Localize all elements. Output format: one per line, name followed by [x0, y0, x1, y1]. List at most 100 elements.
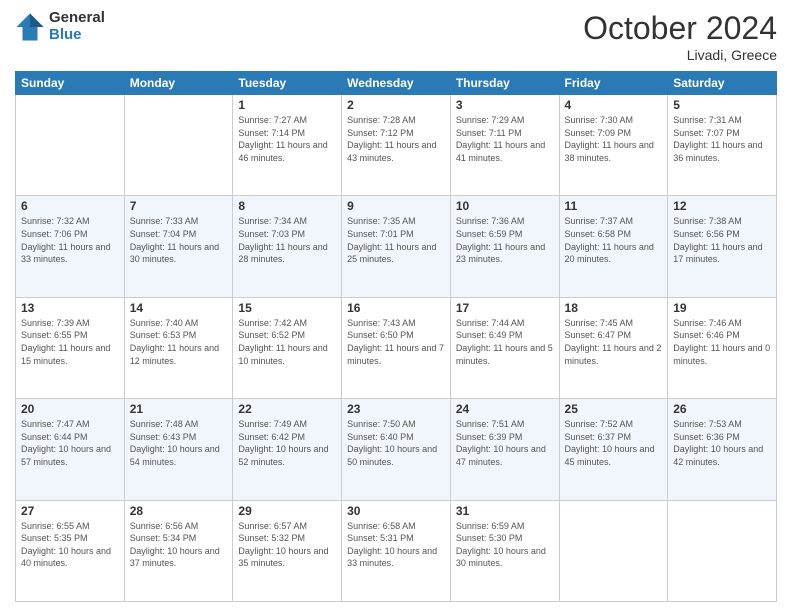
day-number: 29 [238, 504, 336, 518]
calendar-cell: 1Sunrise: 7:27 AM Sunset: 7:14 PM Daylig… [233, 95, 342, 196]
day-info: Sunrise: 7:39 AM Sunset: 6:55 PM Dayligh… [21, 317, 119, 367]
day-number: 19 [673, 301, 771, 315]
calendar-cell: 12Sunrise: 7:38 AM Sunset: 6:56 PM Dayli… [668, 196, 777, 297]
day-number: 15 [238, 301, 336, 315]
day-info: Sunrise: 7:42 AM Sunset: 6:52 PM Dayligh… [238, 317, 336, 367]
day-info: Sunrise: 6:59 AM Sunset: 5:30 PM Dayligh… [456, 520, 554, 570]
calendar-cell: 24Sunrise: 7:51 AM Sunset: 6:39 PM Dayli… [450, 399, 559, 500]
weekday-header-row: SundayMondayTuesdayWednesdayThursdayFrid… [16, 72, 777, 95]
day-info: Sunrise: 7:29 AM Sunset: 7:11 PM Dayligh… [456, 114, 554, 164]
calendar-cell: 21Sunrise: 7:48 AM Sunset: 6:43 PM Dayli… [124, 399, 233, 500]
calendar-cell [668, 500, 777, 601]
day-number: 20 [21, 402, 119, 416]
calendar-cell: 4 Sunrise: 7:30 AM Sunset: 7:09 PM Daylig… [559, 95, 668, 196]
day-info: Sunrise: 7:45 AM Sunset: 6:47 PM Dayligh… [565, 317, 663, 367]
day-info: Sunrise: 7:51 AM Sunset: 6:39 PM Dayligh… [456, 418, 554, 468]
day-info: Sunrise: 7:30 AM Sunset: 7:09 PM Dayligh… [565, 114, 663, 164]
weekday-header-monday: Monday [124, 72, 233, 95]
day-number: 6 [21, 199, 119, 213]
logo-icon [15, 12, 45, 42]
day-number: 26 [673, 402, 771, 416]
day-number: 22 [238, 402, 336, 416]
calendar-cell: 16 Sunrise: 7:43 AM Sunset: 6:50 PM Dayli… [342, 297, 451, 398]
day-number: 10 [456, 199, 554, 213]
day-number: 31 [456, 504, 554, 518]
month-title: October 2024 [583, 10, 777, 47]
day-number: 4 [565, 98, 663, 112]
day-info: Sunrise: 7:27 AM Sunset: 7:14 PM Dayligh… [238, 114, 336, 164]
day-number: 17 [456, 301, 554, 315]
day-number: 3 [456, 98, 554, 112]
calendar-week-4: 20 Sunrise: 7:47 AM Sunset: 6:44 PM Dayli… [16, 399, 777, 500]
weekday-header-friday: Friday [559, 72, 668, 95]
calendar-cell: 15 Sunrise: 7:42 AM Sunset: 6:52 PM Dayli… [233, 297, 342, 398]
weekday-header-thursday: Thursday [450, 72, 559, 95]
calendar-cell: 8Sunrise: 7:34 AM Sunset: 7:03 PM Daylig… [233, 196, 342, 297]
logo-general-label: General [49, 10, 105, 27]
day-info: Sunrise: 7:46 AM Sunset: 6:46 PM Dayligh… [673, 317, 771, 367]
day-info: Sunrise: 7:28 AM Sunset: 7:12 PM Dayligh… [347, 114, 445, 164]
calendar-cell [16, 95, 125, 196]
day-info: Sunrise: 6:56 AM Sunset: 5:34 PM Dayligh… [130, 520, 228, 570]
day-number: 16 [347, 301, 445, 315]
calendar-cell: 25 Sunrise: 7:52 AM Sunset: 6:37 PM Dayli… [559, 399, 668, 500]
calendar-week-5: 27 Sunrise: 6:55 AM Sunset: 5:35 PM Dayli… [16, 500, 777, 601]
calendar-cell: 20 Sunrise: 7:47 AM Sunset: 6:44 PM Dayli… [16, 399, 125, 500]
day-number: 11 [565, 199, 663, 213]
calendar-cell: 29 Sunrise: 6:57 AM Sunset: 5:32 PM Dayli… [233, 500, 342, 601]
calendar-cell: 13 Sunrise: 7:39 AM Sunset: 6:55 PM Dayli… [16, 297, 125, 398]
weekday-header-wednesday: Wednesday [342, 72, 451, 95]
calendar-cell: 10 Sunrise: 7:36 AM Sunset: 6:59 PM Dayli… [450, 196, 559, 297]
day-info: Sunrise: 7:37 AM Sunset: 6:58 PM Dayligh… [565, 215, 663, 265]
calendar-cell: 30 Sunrise: 6:58 AM Sunset: 5:31 PM Dayli… [342, 500, 451, 601]
day-number: 25 [565, 402, 663, 416]
day-info: Sunrise: 7:53 AM Sunset: 6:36 PM Dayligh… [673, 418, 771, 468]
calendar-cell: 18 Sunrise: 7:45 AM Sunset: 6:47 PM Dayli… [559, 297, 668, 398]
calendar-week-2: 6Sunrise: 7:32 AM Sunset: 7:06 PM Daylig… [16, 196, 777, 297]
calendar-cell: 9Sunrise: 7:35 AM Sunset: 7:01 PM Daylig… [342, 196, 451, 297]
day-number: 2 [347, 98, 445, 112]
day-number: 13 [21, 301, 119, 315]
day-info: Sunrise: 7:52 AM Sunset: 6:37 PM Dayligh… [565, 418, 663, 468]
day-number: 8 [238, 199, 336, 213]
day-number: 18 [565, 301, 663, 315]
calendar-cell: 23Sunrise: 7:50 AM Sunset: 6:40 PM Dayli… [342, 399, 451, 500]
day-info: Sunrise: 7:44 AM Sunset: 6:49 PM Dayligh… [456, 317, 554, 367]
day-info: Sunrise: 7:31 AM Sunset: 7:07 PM Dayligh… [673, 114, 771, 164]
day-info: Sunrise: 7:49 AM Sunset: 6:42 PM Dayligh… [238, 418, 336, 468]
day-info: Sunrise: 7:36 AM Sunset: 6:59 PM Dayligh… [456, 215, 554, 265]
calendar-cell: 14Sunrise: 7:40 AM Sunset: 6:53 PM Dayli… [124, 297, 233, 398]
logo: General Blue [15, 10, 105, 43]
calendar-week-3: 13 Sunrise: 7:39 AM Sunset: 6:55 PM Dayli… [16, 297, 777, 398]
day-number: 7 [130, 199, 228, 213]
day-info: Sunrise: 6:58 AM Sunset: 5:31 PM Dayligh… [347, 520, 445, 570]
location-label: Livadi, Greece [583, 47, 777, 63]
calendar-cell [124, 95, 233, 196]
day-number: 27 [21, 504, 119, 518]
calendar-table: SundayMondayTuesdayWednesdayThursdayFrid… [15, 71, 777, 602]
logo-blue-label: Blue [49, 27, 105, 44]
calendar-cell: 26 Sunrise: 7:53 AM Sunset: 6:36 PM Dayli… [668, 399, 777, 500]
calendar-cell: 3 Sunrise: 7:29 AM Sunset: 7:11 PM Daylig… [450, 95, 559, 196]
page: General Blue October 2024 Livadi, Greece… [0, 0, 792, 612]
weekday-header-sunday: Sunday [16, 72, 125, 95]
calendar-week-1: 1Sunrise: 7:27 AM Sunset: 7:14 PM Daylig… [16, 95, 777, 196]
day-number: 30 [347, 504, 445, 518]
day-number: 9 [347, 199, 445, 213]
day-number: 23 [347, 402, 445, 416]
calendar-cell: 2 Sunrise: 7:28 AM Sunset: 7:12 PM Daylig… [342, 95, 451, 196]
calendar-cell [559, 500, 668, 601]
calendar-cell: 11 Sunrise: 7:37 AM Sunset: 6:58 PM Dayli… [559, 196, 668, 297]
day-info: Sunrise: 7:38 AM Sunset: 6:56 PM Dayligh… [673, 215, 771, 265]
day-info: Sunrise: 7:47 AM Sunset: 6:44 PM Dayligh… [21, 418, 119, 468]
weekday-header-tuesday: Tuesday [233, 72, 342, 95]
title-block: October 2024 Livadi, Greece [583, 10, 777, 63]
day-info: Sunrise: 6:57 AM Sunset: 5:32 PM Dayligh… [238, 520, 336, 570]
day-number: 28 [130, 504, 228, 518]
day-info: Sunrise: 7:43 AM Sunset: 6:50 PM Dayligh… [347, 317, 445, 367]
day-info: Sunrise: 6:55 AM Sunset: 5:35 PM Dayligh… [21, 520, 119, 570]
calendar-cell: 31 Sunrise: 6:59 AM Sunset: 5:30 PM Dayli… [450, 500, 559, 601]
day-info: Sunrise: 7:33 AM Sunset: 7:04 PM Dayligh… [130, 215, 228, 265]
day-number: 5 [673, 98, 771, 112]
day-number: 21 [130, 402, 228, 416]
